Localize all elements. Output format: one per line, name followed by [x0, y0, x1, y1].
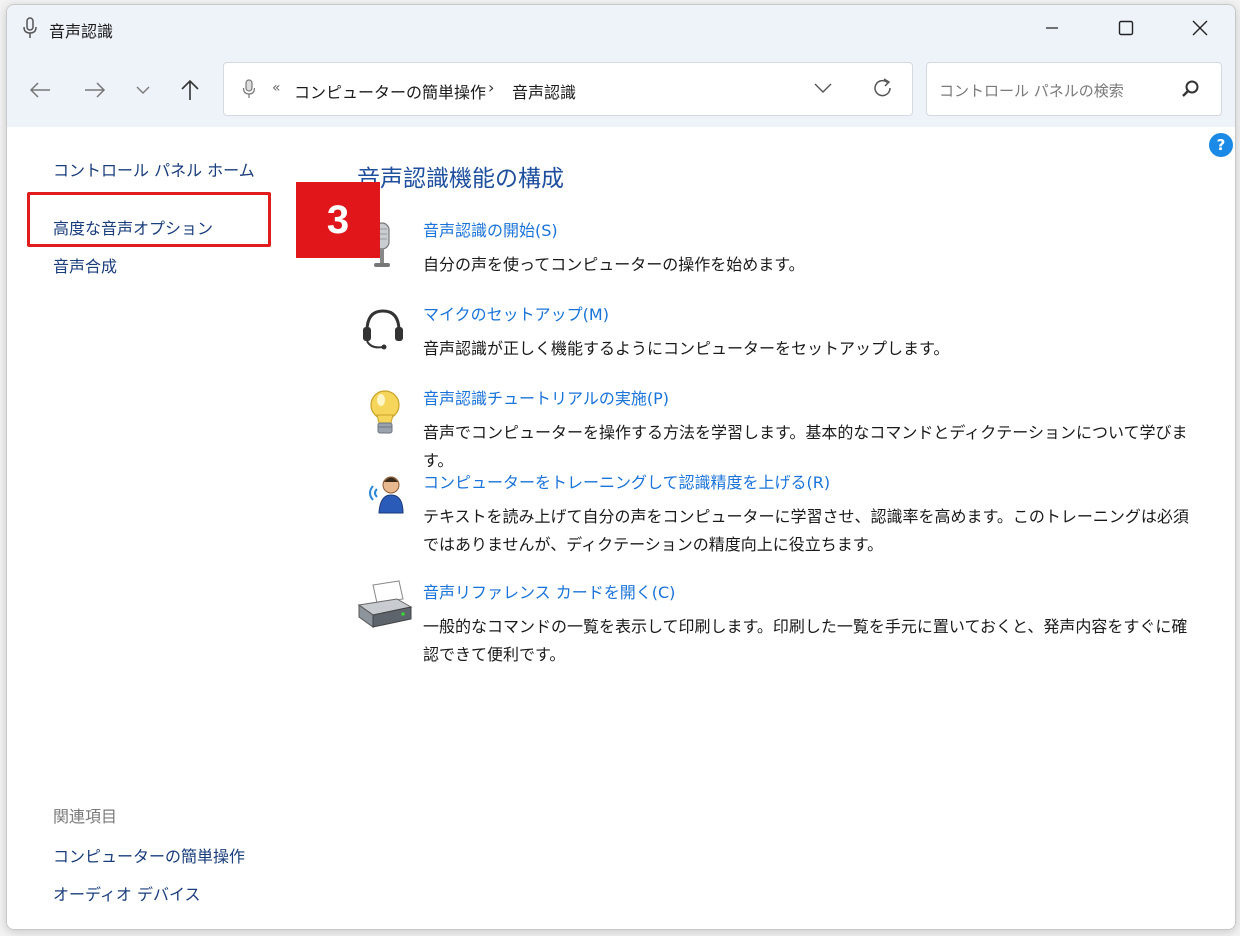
search-box[interactable]: コントロール パネルの検索	[926, 62, 1222, 116]
microphone-icon	[21, 17, 39, 39]
task-link[interactable]: マイクのセットアップ(M)	[423, 301, 609, 325]
refresh-icon	[874, 78, 891, 97]
recent-locations-button[interactable]	[128, 77, 158, 103]
search-icon[interactable]	[1181, 79, 1201, 103]
chevron-down-icon	[136, 86, 150, 94]
help-icon[interactable]: ?	[1209, 133, 1233, 157]
task-description: 一般的なコマンドの一覧を表示して印刷します。印刷した一覧を手元に置いておくと、発…	[423, 617, 1188, 664]
sidebar-item-control-panel-home[interactable]: コントロール パネル ホーム	[53, 157, 255, 181]
close-icon	[1192, 20, 1208, 36]
related-link-ease-of-access[interactable]: コンピューターの簡単操作	[53, 843, 245, 867]
up-button[interactable]	[175, 77, 205, 103]
minimize-button[interactable]	[1015, 5, 1089, 51]
page-title: 音声認識機能の構成	[357, 166, 564, 192]
related-heading: 関連項目	[53, 807, 118, 826]
task-description: 自分の声を使ってコンピューターの操作を始めます。	[423, 255, 805, 274]
breadcrumb-speech-recognition[interactable]: 音声認識	[512, 79, 576, 103]
content-area: ? コントロール パネル ホーム 高度な音声オプション 音声合成 関連項目 コン…	[7, 127, 1235, 929]
address-dropdown-button[interactable]	[814, 79, 832, 98]
sidebar-item-advanced-speech-options[interactable]: 高度な音声オプション	[53, 215, 213, 239]
lightbulb-icon	[353, 385, 409, 441]
task-description: テキストを読み上げて自分の声をコンピューターに学習させ、認識率を高めます。このト…	[423, 507, 1189, 554]
task-link[interactable]: 音声リファレンス カードを開く(C)	[423, 579, 675, 603]
navigation-bar: « コンピューターの簡単操作 › 音声認識 コントロール パネルの検索	[7, 51, 1235, 127]
refresh-button[interactable]	[872, 77, 894, 103]
overflow-breadcrumb[interactable]: «	[272, 80, 281, 96]
printer-icon	[353, 579, 413, 635]
related-link-audio-devices[interactable]: オーディオ デバイス	[53, 881, 201, 905]
speech-recognition-window: 音声認識 « コンピューターの簡単操作 › 音声認識 コントロール パネルの検索…	[6, 4, 1236, 930]
sidebar-item-text-to-speech[interactable]: 音声合成	[53, 253, 117, 277]
task-description: 音声でコンピューターを操作する方法を学習します。基本的なコマンドとディクテーショ…	[423, 423, 1188, 470]
task-link[interactable]: 音声認識の開始(S)	[423, 217, 558, 241]
back-button[interactable]	[25, 77, 55, 103]
address-bar[interactable]: « コンピューターの簡単操作 › 音声認識	[223, 62, 913, 116]
speaking-person-icon	[353, 469, 409, 525]
close-button[interactable]	[1163, 5, 1235, 51]
breadcrumb-ease-of-access[interactable]: コンピューターの簡単操作	[294, 79, 486, 103]
search-placeholder[interactable]: コントロール パネルの検索	[939, 80, 1124, 101]
back-arrow-icon	[29, 82, 50, 98]
task-link[interactable]: 音声認識チュートリアルの実施(P)	[423, 385, 669, 409]
title-bar: 音声認識	[7, 5, 1235, 51]
up-arrow-icon	[181, 79, 199, 100]
minimize-icon	[1046, 27, 1058, 29]
breadcrumb-separator[interactable]: ›	[488, 78, 494, 97]
task-link[interactable]: コンピューターをトレーニングして認識精度を上げる(R)	[423, 469, 830, 493]
microphone-icon	[242, 79, 256, 103]
forward-arrow-icon	[85, 82, 106, 98]
window-title: 音声認識	[49, 22, 114, 41]
headset-icon	[353, 301, 409, 357]
step-number-badge: 3	[296, 182, 380, 258]
maximize-icon	[1118, 20, 1134, 36]
task-description: 音声認識が正しく機能するようにコンピューターをセットアップします。	[423, 339, 950, 358]
maximize-button[interactable]	[1089, 5, 1163, 51]
forward-button[interactable]	[80, 77, 110, 103]
chevron-down-icon	[814, 83, 832, 93]
